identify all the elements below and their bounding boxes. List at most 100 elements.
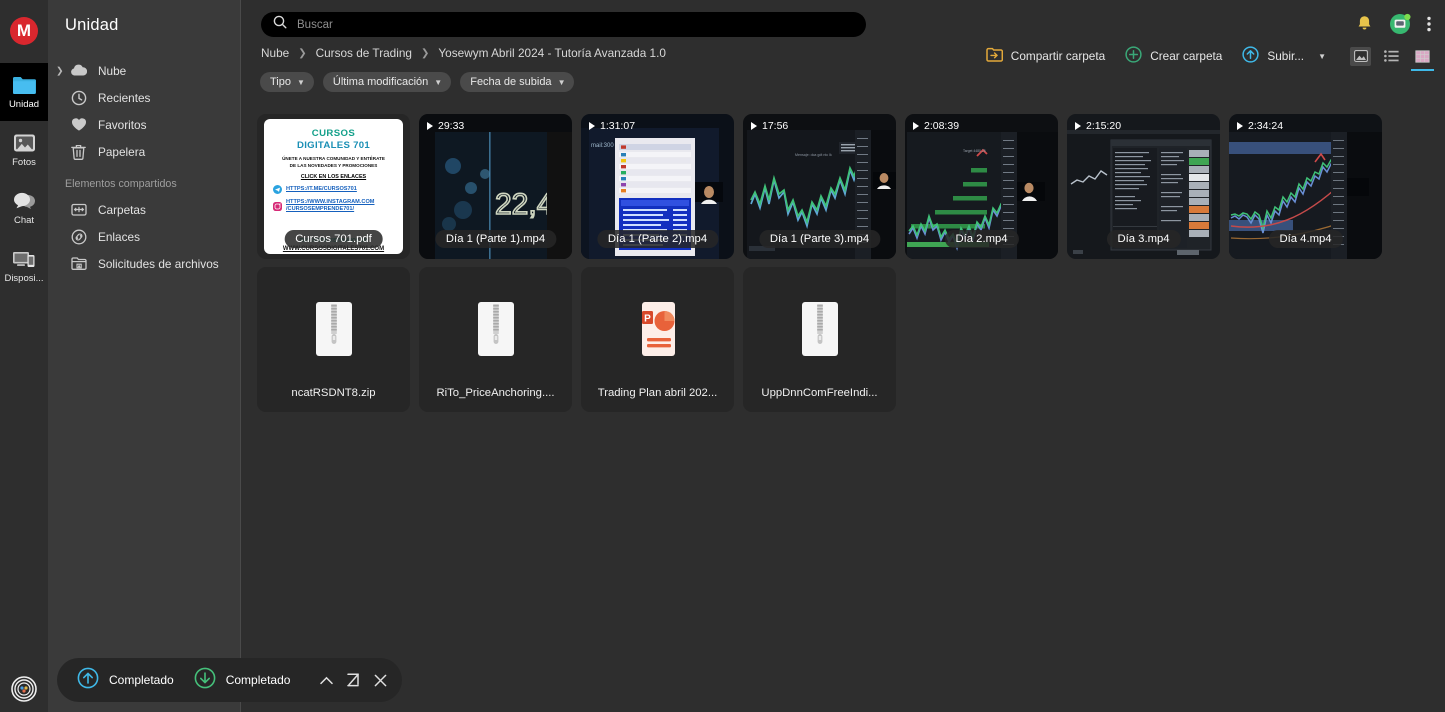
filter-label: Fecha de subida [470, 76, 552, 88]
chevron-down-icon: ▼ [434, 77, 443, 87]
chevron-right-icon: ❯ [421, 47, 430, 59]
pdf-subline-2: DE LAS NOVEDADES Y PROMOCIONES [289, 162, 378, 168]
chevron-right-icon[interactable]: ❯ [56, 65, 64, 76]
upload-arrow-icon [77, 667, 99, 694]
file-card-video-4[interactable]: Target 4480.25 2:08:39 Día 2.mp4 [905, 114, 1058, 259]
sidebar-item-enlaces[interactable]: Enlaces [48, 223, 240, 250]
file-name: UppDnnComFreeIndi... [761, 387, 878, 399]
file-card-pdf[interactable]: CURSOS DIGITALES 701 ÚNETE A NUESTRA COM… [257, 114, 410, 259]
share-folder-button[interactable]: Compartir carpeta [976, 44, 1115, 68]
svg-text:Mensaje: dca gdt ntc lk: Mensaje: dca gdt ntc lk [795, 153, 832, 157]
chevron-down-icon[interactable]: ▼ [1318, 52, 1326, 61]
bell-icon[interactable] [1356, 15, 1373, 33]
sidebar-item-papelera[interactable]: Papelera [48, 138, 240, 165]
devices-icon [11, 247, 37, 271]
file-card-video-3[interactable]: Mensaje: dca gdt ntc lk 17:56 Día 1 (Par… [743, 114, 896, 259]
breadcrumb-item-2[interactable]: Yosewym Abril 2024 - Tutoría Avanzada 1.… [438, 46, 666, 60]
play-icon [1075, 122, 1081, 130]
chat-icon [11, 189, 37, 213]
pdf-telegram-link: HTTPS://T.ME/CURSOS701 [273, 184, 403, 194]
sidebar-item-recientes[interactable]: Recientes [48, 84, 240, 111]
sidebar-section-shared: Elementos compartidos [65, 178, 177, 190]
svg-text:P: P [644, 314, 651, 325]
duration-text: 2:34:24 [1248, 120, 1284, 132]
file-name: Día 4.mp4 [1268, 230, 1343, 248]
sidebar-item-solicitudes[interactable]: Solicitudes de archivos [48, 250, 240, 277]
close-icon[interactable] [372, 672, 388, 688]
file-card-zip-2[interactable]: RiTo_PriceAnchoring.... [419, 267, 572, 412]
file-card-video-5[interactable]: 2:15:20 Día 3.mp4 [1067, 114, 1220, 259]
rail-item-label: Fotos [12, 158, 36, 169]
file-name: RiTo_PriceAnchoring.... [436, 387, 555, 399]
search-input[interactable] [297, 18, 854, 31]
transfer-upload-status[interactable]: Completado [71, 667, 188, 694]
rail-item-fotos[interactable]: Fotos [0, 121, 48, 179]
plus-circle-icon [1125, 46, 1142, 66]
sidebar-item-carpetas[interactable]: Carpetas [48, 196, 240, 223]
file-card-zip-1[interactable]: ncatRSDNT8.zip [257, 267, 410, 412]
filter-fecha-de-subida[interactable]: Fecha de subida ▼ [460, 72, 575, 92]
file-card-video-2[interactable]: mail:300 1:31:07 Día 1 (Parte 2).mp4 [581, 114, 734, 259]
video-duration: 17:56 [751, 120, 788, 132]
more-vertical-icon[interactable] [1427, 16, 1431, 32]
file-card-video-6[interactable]: 2:34:24 Día 4.mp4 [1229, 114, 1382, 259]
breadcrumb-item-0[interactable]: Nube [261, 46, 289, 60]
avatar-icon[interactable] [1389, 13, 1411, 35]
pdf-instagram-link: HTTPS://WWW.INSTAGRAM.COM /CURSOSEMPREND… [273, 199, 403, 214]
cloud-icon [70, 62, 87, 79]
file-name: Día 2.mp4 [944, 230, 1019, 248]
pdf-subline-1: ÚNETE A NUESTRA COMUNIDAD Y ENTÉRATE [282, 156, 385, 161]
file-name: Día 1 (Parte 2).mp4 [596, 230, 719, 248]
main-area: Nube ❯ Cursos de Trading ❯ Yosewym Abril… [241, 0, 1445, 712]
svg-text:Target 4480.25: Target 4480.25 [963, 149, 986, 153]
rewards-icon[interactable] [11, 676, 37, 702]
file-name: Día 3.mp4 [1106, 230, 1181, 248]
rail-item-dispositivos[interactable]: Disposi... [0, 237, 48, 295]
file-card-video-1[interactable]: 22,450 29:33 Día 1 (Parte 1).mp4 [419, 114, 572, 259]
file-card-zip-3[interactable]: UppDnnComFreeIndi... [743, 267, 896, 412]
search-bar[interactable] [261, 12, 866, 37]
list-view-button[interactable] [1381, 47, 1402, 66]
create-folder-button[interactable]: Crear carpeta [1115, 44, 1232, 68]
open-window-icon[interactable] [345, 672, 361, 688]
pdf-link-text: HTTPS://T.ME/CURSOS701 [286, 185, 357, 192]
transfer-manager-toast: Completado Completado [57, 658, 403, 702]
thumbnail-view-button[interactable] [1350, 46, 1371, 66]
filter-tipo[interactable]: Tipo ▼ [260, 72, 314, 92]
sidebar-title: Unidad [65, 16, 119, 34]
play-icon [1237, 122, 1243, 130]
instagram-icon [273, 201, 282, 211]
file-card-ppt[interactable]: P Trading Plan abril 202... [581, 267, 734, 412]
view-mode-switcher [1350, 46, 1434, 71]
file-request-icon [70, 255, 87, 272]
duration-text: 29:33 [438, 120, 465, 132]
sidebar-nav: ❯ Nube Recientes Favoritos Papelera Elem… [48, 57, 240, 277]
sidebar-item-label: Papelera [98, 144, 146, 159]
rail-item-chat[interactable]: Chat [0, 179, 48, 237]
play-icon [751, 122, 757, 130]
rail-item-unidad[interactable]: Unidad [0, 63, 48, 121]
rail-item-label: Disposi... [4, 274, 44, 285]
sidebar-item-nube[interactable]: ❯ Nube [48, 57, 240, 84]
grid-view-button[interactable] [1411, 47, 1434, 71]
file-name: Trading Plan abril 202... [597, 387, 718, 399]
transfer-download-status[interactable]: Completado [188, 667, 305, 694]
zip-file-icon [310, 300, 358, 363]
chevron-up-icon[interactable] [318, 672, 334, 688]
file-name: Día 1 (Parte 3).mp4 [758, 230, 881, 248]
app-rail: M Unidad Fotos Chat Disposi... [0, 0, 48, 712]
app-logo: M [10, 17, 38, 45]
sidebar-item-favoritos[interactable]: Favoritos [48, 111, 240, 138]
duration-text: 2:15:20 [1086, 120, 1122, 132]
upload-circle-icon [1242, 46, 1259, 66]
upload-button[interactable]: Subir... ▼ [1232, 44, 1336, 68]
pdf-click-line: CLICK EN LOS ENLACES [300, 173, 367, 180]
top-right-icons [1356, 13, 1431, 35]
download-arrow-icon [194, 667, 216, 694]
breadcrumb-item-1[interactable]: Cursos de Trading [316, 46, 412, 60]
toolbar-actions: Compartir carpeta Crear carpeta Subir...… [976, 44, 1434, 71]
video-duration: 2:34:24 [1237, 120, 1283, 132]
filter-ultima-modificacion[interactable]: Última modificación ▼ [322, 72, 452, 92]
action-label: Compartir carpeta [1010, 49, 1106, 63]
file-name: Día 1 (Parte 1).mp4 [434, 230, 557, 248]
